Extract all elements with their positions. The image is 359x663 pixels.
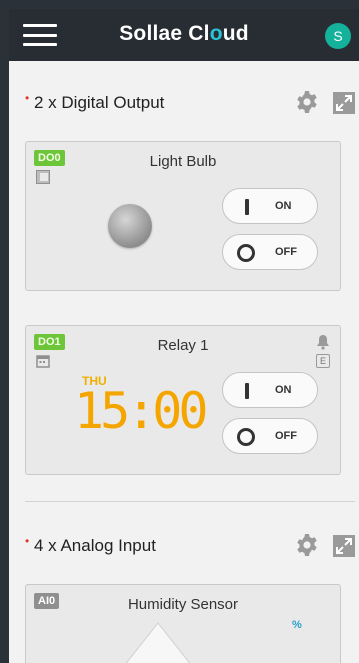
app-page: Sollae Cloud S • 2 x Digital Output DO0 bbox=[9, 9, 359, 663]
gauge-triangle bbox=[125, 622, 191, 663]
user-avatar[interactable]: S bbox=[325, 23, 351, 49]
on-icon bbox=[245, 383, 249, 399]
card-ai0-humidity: AI0 Humidity Sensor % bbox=[25, 584, 341, 663]
section-divider bbox=[25, 501, 355, 502]
on-label: ON bbox=[275, 200, 292, 212]
on-button[interactable]: ON bbox=[222, 188, 318, 224]
card-title: Relay 1 bbox=[157, 337, 209, 354]
gear-icon[interactable] bbox=[295, 90, 319, 114]
required-bullet: • bbox=[25, 534, 30, 548]
on-button[interactable]: ON bbox=[222, 372, 318, 408]
on-label: ON bbox=[275, 384, 292, 396]
card-do0-light-bulb: DO0 Light Bulb ON OFF bbox=[25, 141, 341, 291]
section-title: 2 x Digital Output bbox=[34, 93, 165, 112]
unit-label: % bbox=[292, 619, 302, 631]
off-icon bbox=[237, 428, 255, 446]
event-icon: E bbox=[316, 354, 330, 368]
calendar-icon[interactable] bbox=[36, 354, 50, 368]
card-title: Light Bulb bbox=[149, 153, 217, 170]
on-icon bbox=[245, 199, 249, 215]
bell-icon[interactable] bbox=[316, 334, 330, 350]
top-bar: Sollae Cloud S bbox=[9, 9, 359, 61]
clock-display: 15:00 bbox=[74, 382, 209, 440]
card-title: Humidity Sensor bbox=[127, 596, 239, 613]
section-digital-output: • 2 x Digital Output bbox=[25, 91, 355, 115]
off-icon bbox=[237, 244, 255, 262]
required-bullet: • bbox=[25, 91, 30, 105]
section-title: 4 x Analog Input bbox=[34, 536, 156, 555]
section-analog-input: • 4 x Analog Input bbox=[25, 534, 355, 558]
card-do1-relay: DO1 Relay 1 E THU 15:00 ON OFF bbox=[25, 325, 341, 475]
off-button[interactable]: OFF bbox=[222, 234, 318, 270]
expand-icon[interactable] bbox=[333, 92, 355, 114]
auto-mode-icon bbox=[36, 170, 50, 184]
gear-icon[interactable] bbox=[295, 533, 319, 557]
bulb-indicator bbox=[108, 204, 152, 248]
off-label: OFF bbox=[275, 246, 297, 258]
off-button[interactable]: OFF bbox=[222, 418, 318, 454]
brand-logo: Sollae Cloud bbox=[119, 22, 249, 45]
expand-icon[interactable] bbox=[333, 535, 355, 557]
off-label: OFF bbox=[275, 430, 297, 442]
